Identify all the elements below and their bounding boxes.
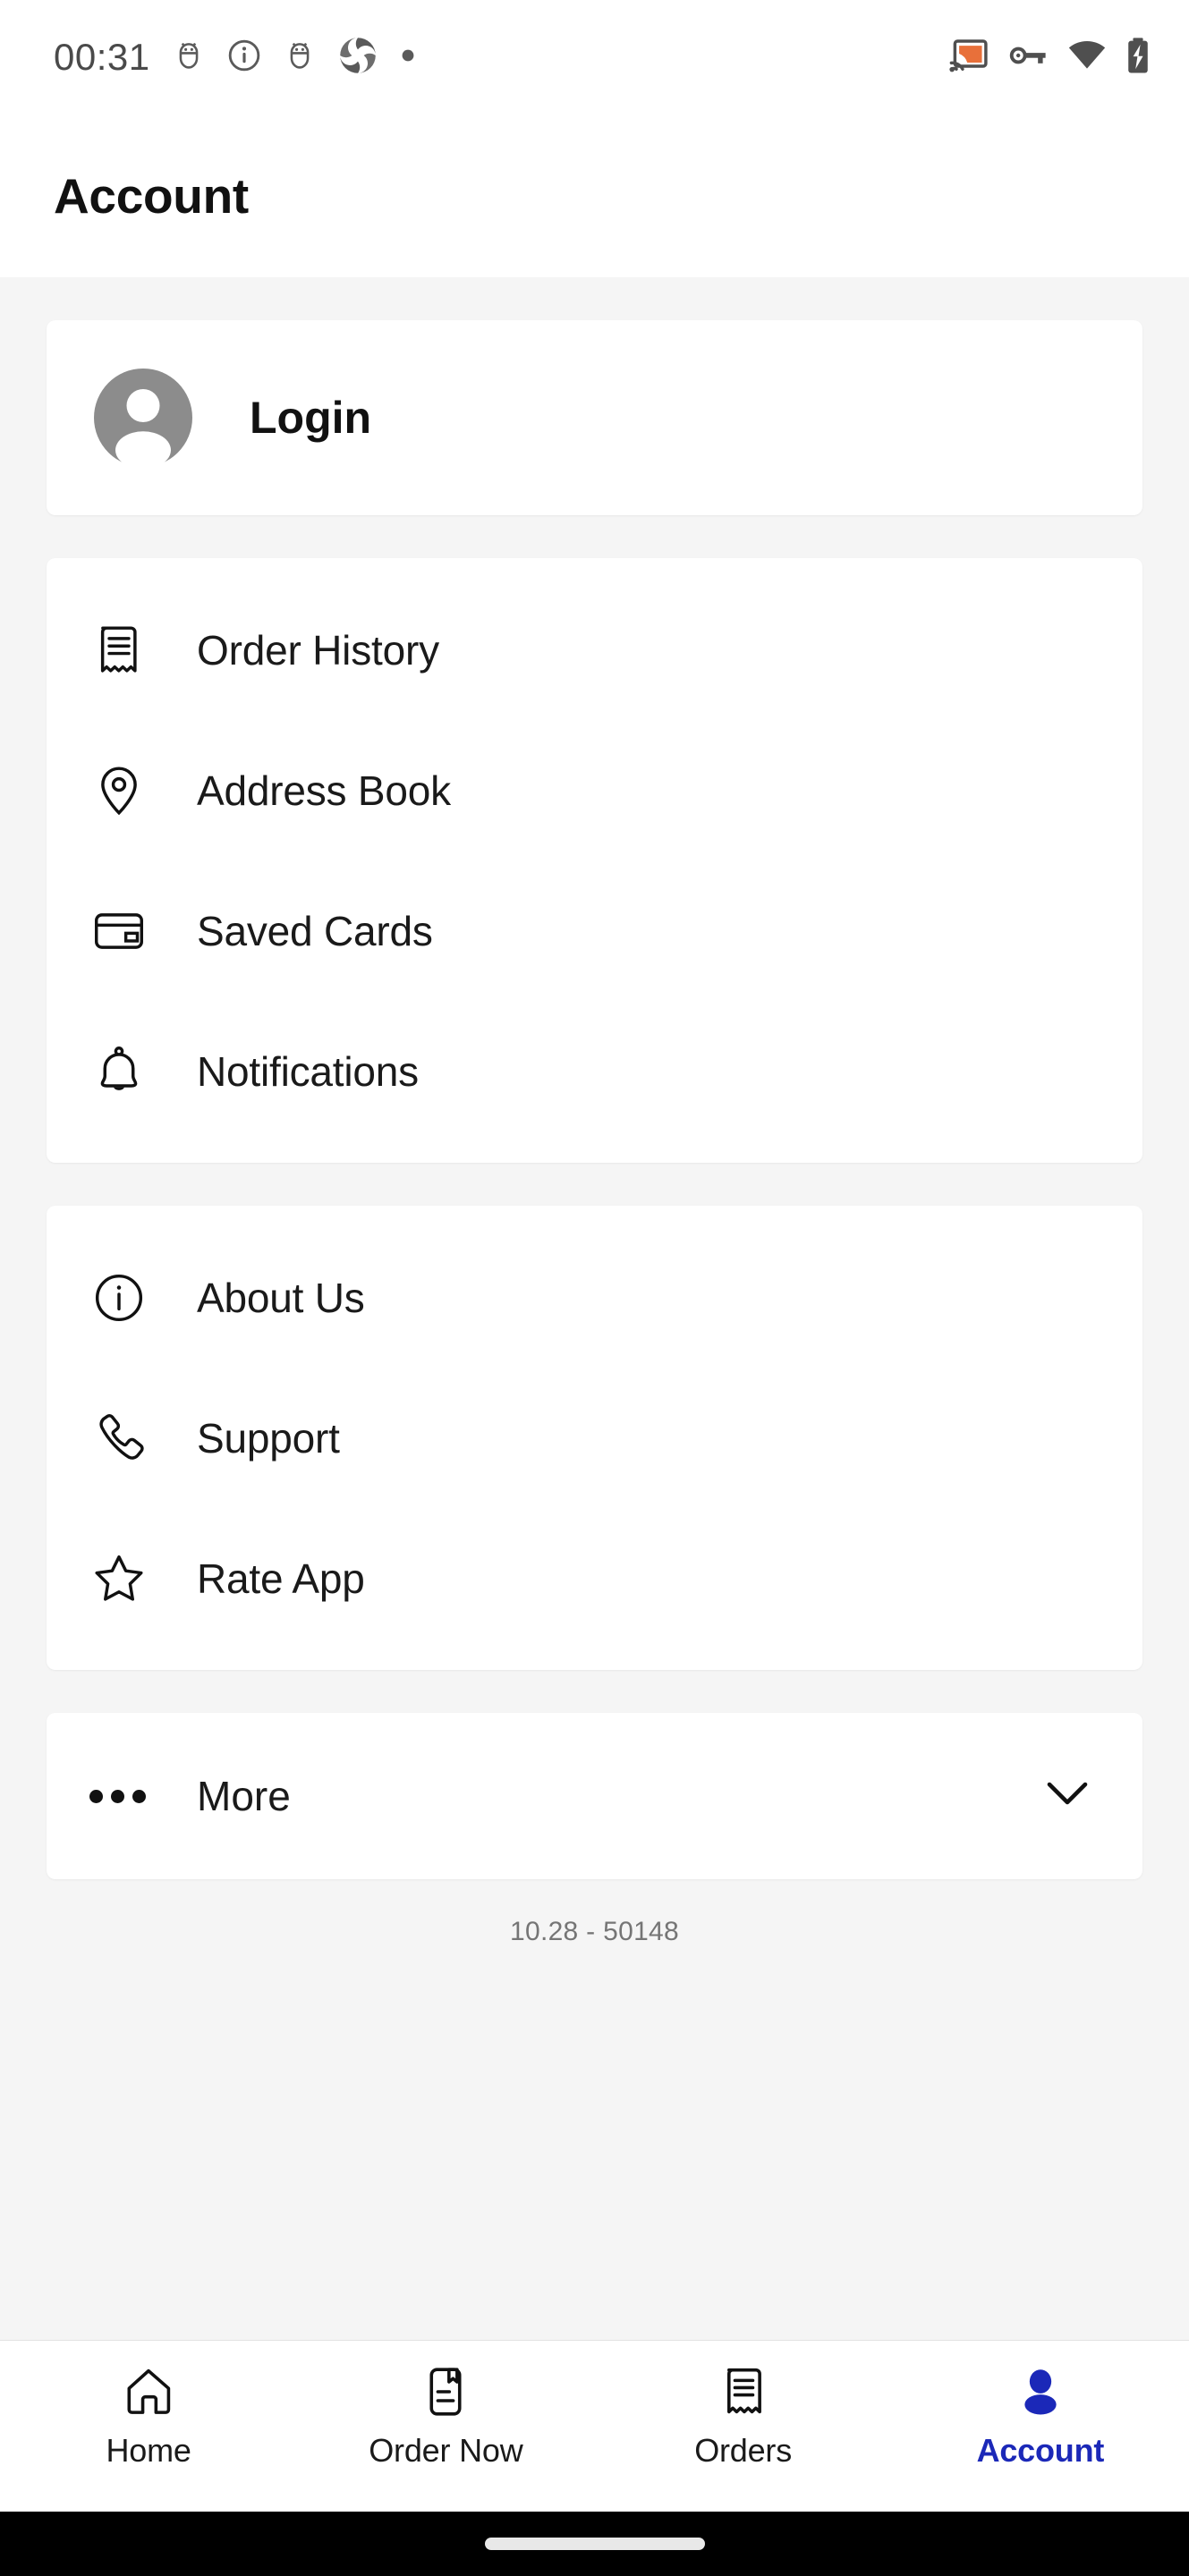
page-title: Account	[54, 168, 249, 224]
pinwheel-logo-icon	[338, 36, 378, 80]
nav-tab-label: Orders	[694, 2432, 793, 2469]
more-label: More	[197, 1773, 291, 1819]
android-bug-icon	[174, 37, 204, 79]
app-version-text: 10.28 - 50148	[509, 1917, 680, 1946]
nav-tab-label: Home	[106, 2432, 191, 2469]
menu-item-label: Order History	[197, 626, 439, 674]
nav-tab-label: Order Now	[369, 2432, 523, 2469]
battery-charging-icon	[1126, 37, 1150, 79]
menu-item-rate-app[interactable]: Rate App	[47, 1508, 1142, 1648]
app-screen: 00:31 Account Login Order History Addres…	[0, 0, 1189, 2576]
menu-item-label: Saved Cards	[197, 907, 433, 954]
vpn-key-icon	[1008, 42, 1048, 73]
menu-group-info: About Us Support Rate App	[47, 1206, 1142, 1670]
status-clock: 00:31	[54, 36, 150, 78]
more-row[interactable]: More	[47, 1713, 1142, 1879]
menu-item-about-us[interactable]: About Us	[47, 1227, 1142, 1368]
account-circle-icon	[89, 364, 197, 471]
nav-tab-home[interactable]: Home	[0, 2364, 297, 2470]
status-bar-left: 00:31	[54, 36, 415, 80]
menu-item-label: Address Book	[197, 767, 451, 814]
nav-tab-orders[interactable]: Orders	[595, 2364, 892, 2470]
chevron-down-icon[interactable]	[1044, 1779, 1091, 1814]
menu-book-icon	[418, 2364, 473, 2419]
login-card[interactable]: Login	[47, 320, 1142, 515]
account-content: Login Order History Address Book Saved C…	[0, 277, 1189, 2340]
android-bug-icon	[285, 37, 315, 79]
menu-item-address-book[interactable]: Address Book	[47, 720, 1142, 860]
system-gesture-bar	[0, 2512, 1189, 2576]
star-outline-icon	[89, 1551, 149, 1606]
menu-group-account: Order History Address Book Saved Cards N…	[47, 558, 1142, 1163]
menu-item-notifications[interactable]: Notifications	[47, 1001, 1142, 1141]
cast-icon	[949, 38, 989, 78]
nav-tab-order-now[interactable]: Order Now	[297, 2364, 594, 2470]
person-icon	[1013, 2364, 1068, 2419]
menu-item-order-history[interactable]: Order History	[47, 580, 1142, 720]
receipt-icon	[89, 623, 149, 678]
menu-item-label: Notifications	[197, 1047, 419, 1095]
info-circle-icon	[89, 1270, 149, 1326]
credit-card-icon	[89, 903, 149, 959]
wifi-icon	[1067, 40, 1107, 75]
status-bar-right	[949, 37, 1150, 79]
three-dots-icon	[89, 1789, 149, 1803]
dot-icon	[401, 48, 415, 67]
app-bar: Account	[0, 114, 1189, 277]
menu-item-support[interactable]: Support	[47, 1368, 1142, 1508]
nav-tab-account[interactable]: Account	[892, 2364, 1189, 2470]
menu-item-saved-cards[interactable]: Saved Cards	[47, 860, 1142, 1001]
menu-item-label: Rate App	[197, 1555, 365, 1602]
home-icon	[121, 2364, 176, 2419]
phone-icon	[89, 1411, 149, 1466]
gesture-pill[interactable]	[484, 2538, 705, 2550]
login-label: Login	[250, 393, 372, 443]
menu-item-label: Support	[197, 1414, 340, 1462]
bell-icon	[89, 1044, 149, 1099]
info-circle-icon	[227, 38, 261, 77]
bottom-navigation-bar: Home Order Now Orders Account	[0, 2340, 1189, 2512]
nav-tab-label: Account	[976, 2432, 1105, 2469]
menu-item-label: About Us	[197, 1274, 365, 1321]
receipt-icon	[716, 2364, 771, 2419]
status-bar: 00:31	[0, 0, 1189, 114]
location-pin-icon	[89, 763, 149, 818]
